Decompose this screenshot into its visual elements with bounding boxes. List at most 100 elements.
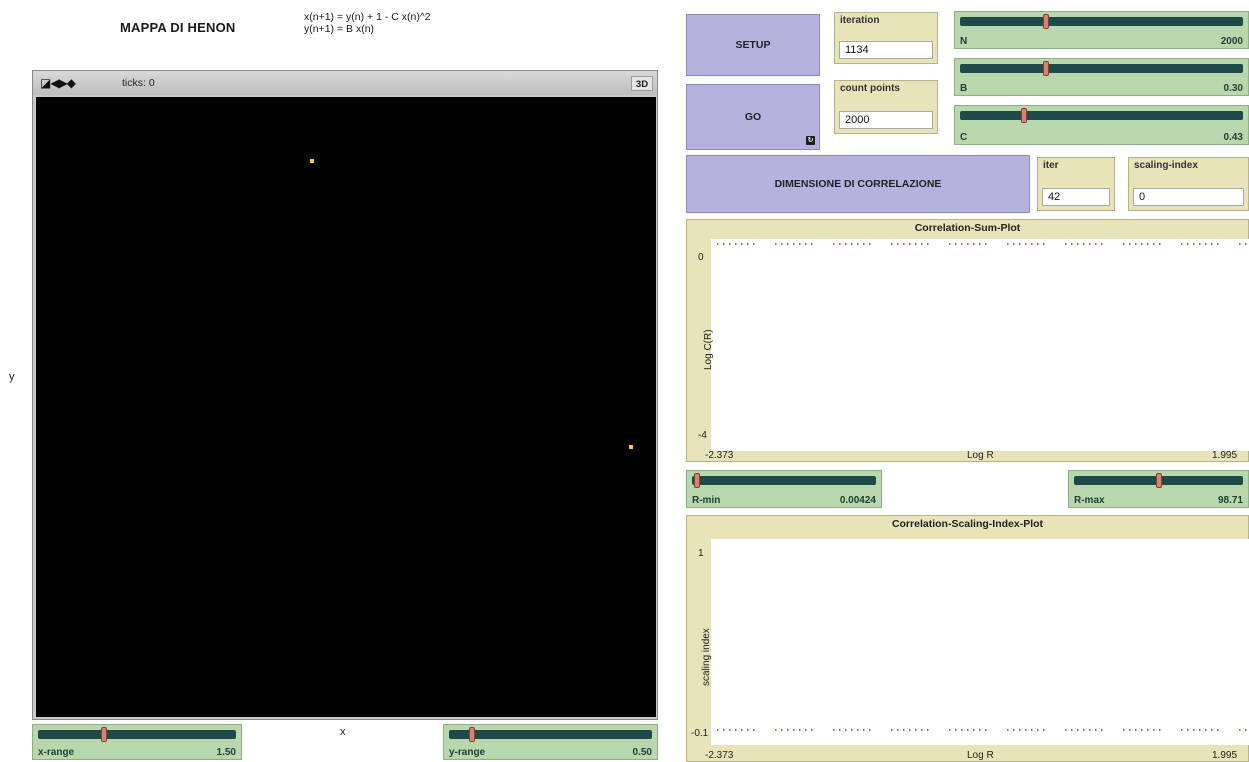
plot-point	[955, 243, 957, 245]
plot-point	[897, 243, 899, 245]
plot-point	[1153, 729, 1155, 731]
plot-point	[1129, 243, 1131, 245]
world-canvas[interactable]	[36, 97, 656, 717]
plot-point	[1019, 729, 1021, 731]
slider-track[interactable]	[449, 730, 652, 739]
slider-thumb[interactable]	[694, 473, 700, 488]
dimensione-correlazione-button[interactable]: DIMENSIONE DI CORRELAZIONE	[686, 155, 1030, 213]
henon-formula: x(n+1) = y(n) + 1 - C x(n)^2 y(n+1) = B …	[304, 11, 431, 35]
slider-label: y-range	[449, 747, 486, 758]
plot-point	[967, 729, 969, 731]
r-min-slider[interactable]: R-min 0.00424	[686, 470, 882, 508]
plot-point	[973, 729, 975, 731]
plot-point	[1217, 243, 1219, 245]
dimensione-correlazione-label: DIMENSIONE DI CORRELAZIONE	[774, 178, 942, 190]
plot-point	[869, 729, 871, 731]
slider-track[interactable]	[960, 17, 1243, 26]
plot-point	[979, 243, 981, 245]
plot-point	[903, 243, 905, 245]
slider-track[interactable]	[692, 476, 876, 485]
b-slider[interactable]: B 0.30	[954, 58, 1249, 96]
slider-value: 0.00424	[839, 495, 876, 506]
plot-area	[711, 239, 1249, 451]
plot-point	[1007, 243, 1009, 245]
forever-icon: ↻	[806, 136, 815, 145]
y-axis-label: y	[9, 371, 15, 383]
plot-point	[799, 243, 801, 245]
plot-point	[863, 243, 865, 245]
monitor-value: 1134	[839, 41, 933, 59]
plot-point	[1077, 243, 1079, 245]
monitor-value: 42	[1042, 188, 1110, 206]
monitor-value: 0	[1133, 188, 1244, 206]
plot-point	[1031, 729, 1033, 731]
plot-point	[1245, 729, 1247, 731]
r-max-slider[interactable]: R-max 98.71	[1068, 470, 1249, 508]
plot-point	[845, 243, 847, 245]
view-control-icons[interactable]: ◪◀▶◆	[40, 76, 76, 90]
setup-button[interactable]: SETUP	[686, 14, 820, 76]
plot-point	[1043, 243, 1045, 245]
slider-thumb[interactable]	[101, 727, 107, 742]
iteration-monitor: iteration 1134	[834, 12, 938, 64]
plot-point	[845, 729, 847, 731]
plot-point	[775, 243, 777, 245]
y-range-slider[interactable]: y-range 0.50	[443, 724, 658, 760]
x-range-slider[interactable]: x-range 1.50	[32, 724, 242, 760]
turtle-point	[629, 445, 633, 449]
plot-point	[857, 243, 859, 245]
plot-point	[891, 729, 893, 731]
slider-thumb[interactable]	[1021, 108, 1027, 123]
plot-ymax: 0	[698, 252, 704, 263]
go-button[interactable]: GO ↻	[686, 84, 820, 150]
plot-point	[1071, 243, 1073, 245]
plot-point	[1217, 729, 1219, 731]
plot-point	[717, 729, 719, 731]
c-slider[interactable]: C 0.43	[954, 105, 1249, 145]
plot-point	[1153, 243, 1155, 245]
plot-point	[723, 729, 725, 731]
plot-point	[903, 729, 905, 731]
plot-point	[921, 243, 923, 245]
plot-point	[1141, 243, 1143, 245]
plot-point	[729, 729, 731, 731]
plot-point	[915, 243, 917, 245]
plot-point	[1071, 729, 1073, 731]
plot-point	[839, 243, 841, 245]
plot-area	[711, 539, 1249, 745]
plot-point	[1199, 729, 1201, 731]
slider-thumb[interactable]	[1156, 473, 1162, 488]
plot-point	[1037, 243, 1039, 245]
plot-point	[1147, 729, 1149, 731]
3d-view-button[interactable]: 3D	[631, 76, 653, 91]
plot-point	[775, 729, 777, 731]
slider-thumb[interactable]	[1043, 61, 1049, 76]
slider-thumb[interactable]	[469, 727, 475, 742]
plot-point	[1187, 243, 1189, 245]
plot-point	[735, 243, 737, 245]
plot-point	[793, 729, 795, 731]
slider-track[interactable]	[960, 111, 1243, 120]
plot-point	[747, 243, 749, 245]
plot-point	[1089, 243, 1091, 245]
plot-ylabel: Log C(R)	[703, 329, 714, 370]
plot-point	[863, 729, 865, 731]
plot-point	[1141, 729, 1143, 731]
plot-xmax: 1.995	[1212, 750, 1238, 761]
plot-point	[799, 729, 801, 731]
slider-value: 2000	[1220, 36, 1243, 47]
plot-point	[1199, 243, 1201, 245]
plot-xmax: 1.995	[1212, 450, 1238, 461]
correlation-scaling-index-plot: Correlation-Scaling-Index-Plot 1 -0.1 sc…	[686, 515, 1249, 762]
plot-point	[915, 729, 917, 731]
slider-thumb[interactable]	[1043, 14, 1049, 29]
slider-track[interactable]	[960, 64, 1243, 73]
plot-point	[1193, 243, 1195, 245]
n-slider[interactable]: N 2000	[954, 11, 1249, 49]
plot-point	[833, 243, 835, 245]
plot-xlabel: Log R	[967, 750, 994, 761]
plot-point	[811, 729, 813, 731]
plot-point	[1065, 243, 1067, 245]
slider-track[interactable]	[38, 730, 236, 739]
plot-point	[1211, 243, 1213, 245]
